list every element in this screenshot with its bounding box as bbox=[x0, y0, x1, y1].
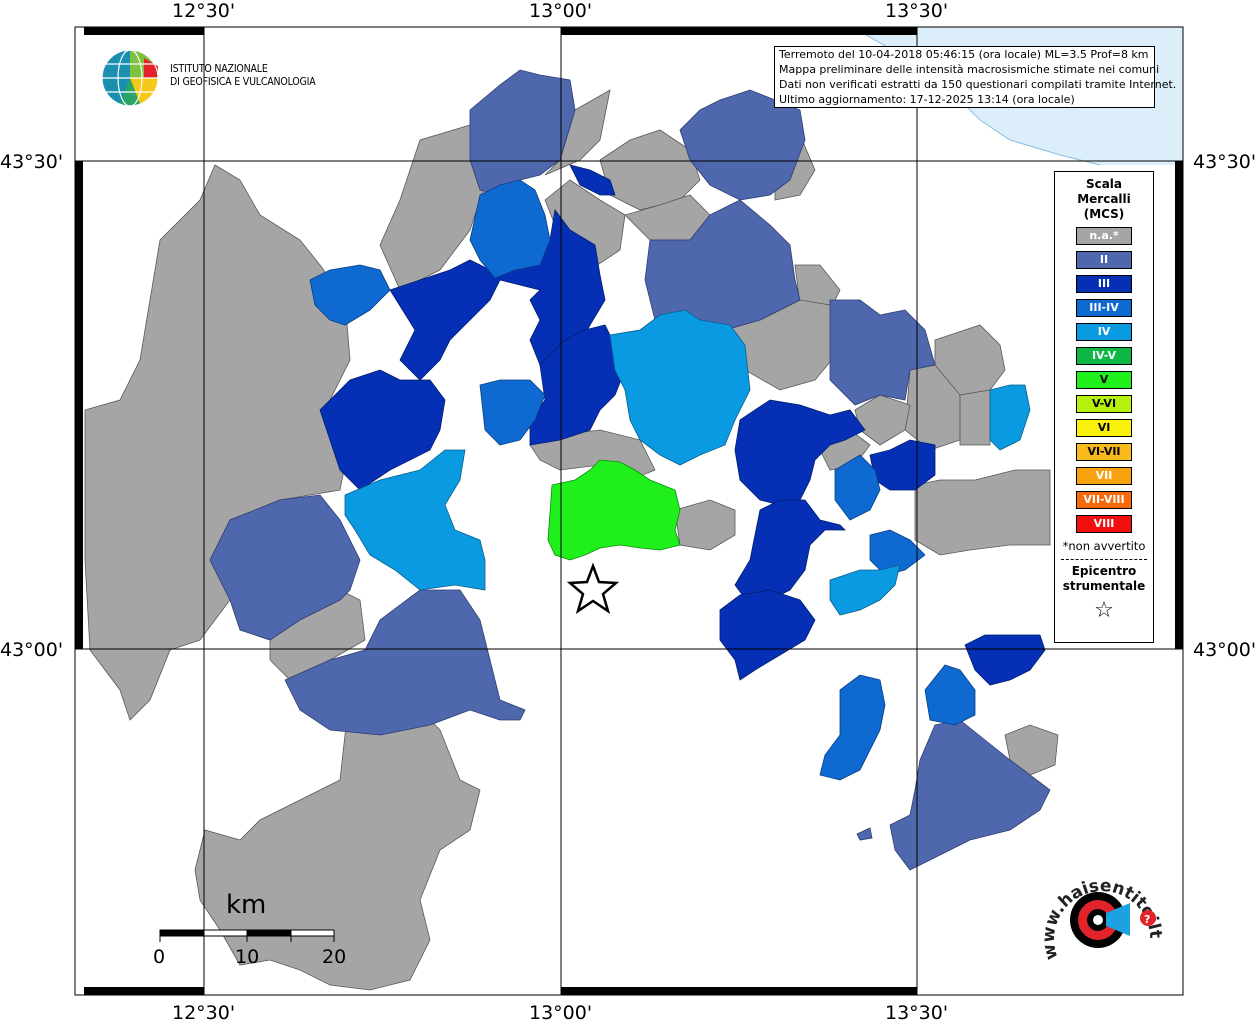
legend-swatch: n.a.* bbox=[1076, 227, 1132, 245]
scale-unit: km bbox=[226, 890, 267, 920]
legend-swatch: IV-V bbox=[1076, 347, 1132, 365]
legend-swatch: V-VI bbox=[1076, 395, 1132, 413]
legend-swatch: VII-VIII bbox=[1076, 491, 1132, 509]
legend-title-line: Mercalli bbox=[1077, 192, 1131, 206]
event-info-line: Dati non verificati estratti da 150 ques… bbox=[779, 78, 1177, 91]
lat-label-right-1: 43°30' bbox=[1193, 151, 1257, 173]
ingv-name-line: DI GEOFISICA E VULCANOLOGIA bbox=[170, 76, 316, 88]
lon-label-bottom-2: 13°00' bbox=[529, 1002, 593, 1024]
legend-swatch: III-IV bbox=[1076, 299, 1132, 317]
lon-label-bottom-1: 12°30' bbox=[172, 1002, 236, 1024]
svg-text:?: ? bbox=[1144, 913, 1150, 926]
haisentito-logo: www.haisentitoilterremoto.it ? bbox=[1040, 858, 1165, 962]
ingv-name-line: ISTITUTO NAZIONALE bbox=[170, 63, 268, 75]
legend-title-line: Scala bbox=[1085, 177, 1123, 191]
mcs-legend: Scala Mercalli (MCS) n.a.* II III III-IV IV I… bbox=[1054, 171, 1154, 643]
legend-separator bbox=[1061, 559, 1147, 560]
legend-swatch: IV bbox=[1076, 323, 1132, 341]
epicenter-legend-label: Epicentro strumentale bbox=[1055, 564, 1153, 594]
legend-swatch: III bbox=[1076, 275, 1132, 293]
lon-label-bottom-3: 13°30' bbox=[885, 1002, 949, 1024]
legend-swatch: V bbox=[1076, 371, 1132, 389]
scale-label: 10 bbox=[235, 946, 260, 968]
lon-label-top-2: 13°00' bbox=[529, 0, 593, 22]
municipality-V bbox=[547, 459, 681, 561]
legend-swatch: VI-VII bbox=[1076, 443, 1132, 461]
legend-swatch: VIII bbox=[1076, 515, 1132, 533]
lat-label-right-2: 43°00' bbox=[1193, 639, 1257, 661]
lon-label-top-3: 13°30' bbox=[885, 0, 949, 22]
legend-swatch: VII bbox=[1076, 467, 1132, 485]
ingv-globe-logo bbox=[101, 49, 159, 107]
legend-swatch: II bbox=[1076, 251, 1132, 269]
epicenter-legend-line: strumentale bbox=[1062, 579, 1146, 593]
epicenter-star bbox=[566, 562, 620, 614]
legend-note: *non avvertito bbox=[1062, 539, 1146, 553]
legend-swatches: n.a.* II III III-IV IV IV-V V V-VI VI VI-VII VII VI… bbox=[1055, 227, 1153, 533]
event-info-line: Terremoto del 10-04-2018 05:46:15 (ora l… bbox=[779, 48, 1149, 61]
legend-title-line: (MCS) bbox=[1083, 207, 1125, 221]
event-info-line: Mappa preliminare delle intensità macros… bbox=[779, 63, 1160, 76]
event-info-box: Terremoto del 10-04-2018 05:46:15 (ora l… bbox=[774, 46, 1177, 108]
lat-label-left-2: 43°00' bbox=[0, 639, 64, 661]
event-info-line: Ultimo aggiornamento: 17-12-2025 13:14 (… bbox=[779, 93, 1075, 106]
scale-label: 0 bbox=[153, 946, 166, 968]
lon-label-top-1: 12°30' bbox=[172, 0, 236, 22]
legend-swatch: VI bbox=[1076, 419, 1132, 437]
scale-label: 20 bbox=[322, 946, 347, 968]
epicenter-legend-star-icon: ☆ bbox=[1094, 598, 1114, 623]
epicenter-legend-line: Epicentro bbox=[1071, 564, 1137, 578]
legend-title: Scala Mercalli (MCS) bbox=[1055, 177, 1153, 222]
lat-label-left-1: 43°30' bbox=[0, 151, 64, 173]
ingv-name: ISTITUTO NAZIONALE DI GEOFISICA E VULCAN… bbox=[170, 63, 316, 89]
